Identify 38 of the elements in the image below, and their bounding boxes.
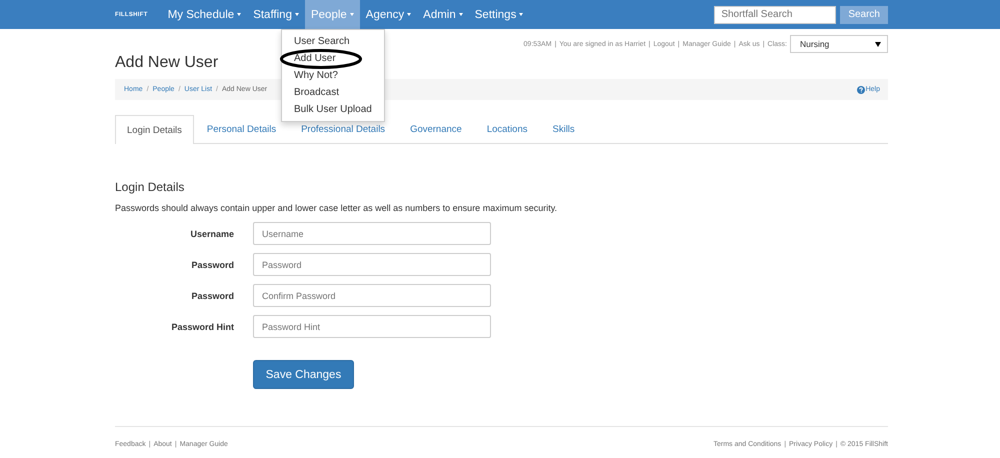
menu-item[interactable]: Bulk User Upload: [294, 104, 372, 115]
search-button[interactable]: Search: [840, 6, 888, 24]
input-field[interactable]: Confirm Password: [253, 284, 491, 307]
caret-icon: [407, 13, 412, 16]
input-field[interactable]: Username: [253, 222, 491, 245]
menu-item[interactable]: User Search: [294, 36, 350, 47]
input-field[interactable]: Password: [253, 253, 491, 276]
caret-icon: [237, 13, 242, 16]
caret-icon: [458, 13, 463, 16]
search-field[interactable]: Shortfall Search: [714, 6, 836, 24]
nav-menu[interactable]: Staffing: [247, 0, 305, 29]
menu-item[interactable]: Broadcast: [294, 87, 340, 98]
nav-menu[interactable]: Settings: [468, 0, 530, 29]
tab[interactable]: Login Details: [115, 115, 194, 144]
field-label: Password Hint: [170, 322, 234, 332]
field-label: Password: [190, 260, 234, 270]
input-field[interactable]: Password Hint: [253, 315, 491, 338]
section-title: Login Details: [115, 180, 186, 194]
tab[interactable]: Locations: [474, 115, 540, 143]
nav-menu[interactable]: Admin: [417, 0, 469, 29]
security-note: Passwords should always contain upper and lower case letter as well as numbers to ensure maximum security.: [115, 203, 558, 213]
field-label: Username: [189, 228, 234, 238]
nav-menu[interactable]: My Schedule: [162, 0, 248, 29]
tab[interactable]: Personal Details: [194, 115, 288, 143]
nav-menu[interactable]: Agency: [360, 0, 418, 29]
nav-menu[interactable]: People: [304, 0, 360, 29]
class-select[interactable]: Nursing: [790, 35, 888, 53]
save-button[interactable]: Save Changes: [253, 360, 354, 389]
caret-icon: [294, 13, 299, 16]
tab[interactable]: Governance: [398, 115, 474, 143]
dropdown-icon: [875, 42, 881, 46]
caret-icon: [350, 13, 354, 16]
caret-icon: [519, 13, 524, 16]
help-icon[interactable]: [856, 86, 865, 94]
page-title: Add New User: [115, 54, 218, 72]
menu-item[interactable]: Why Not?: [294, 70, 338, 81]
field-label: Password: [190, 290, 234, 300]
tab[interactable]: Skills: [540, 115, 587, 143]
